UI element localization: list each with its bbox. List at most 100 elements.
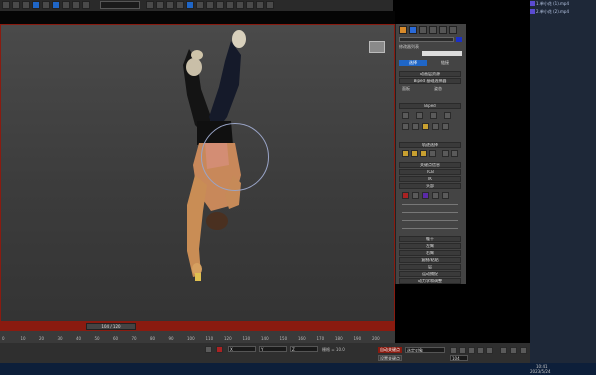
pivot-icon[interactable] [146,1,154,9]
z-coordinate-field[interactable]: Z [290,346,318,352]
create-tab-icon[interactable] [399,26,407,34]
rollout-left-arm[interactable]: 左臂 [399,243,461,249]
material-editor-icon[interactable] [236,1,244,9]
object-color-swatch[interactable] [456,37,462,42]
curve-editor-icon[interactable] [216,1,224,9]
utilities-tab-icon[interactable] [449,26,457,34]
rollout-head[interactable]: 头部 [399,183,461,189]
current-frame-field[interactable]: 104 [450,355,468,361]
coord-dropdown[interactable] [100,1,140,9]
timeline-tick-label: 30 [57,336,63,341]
set-free-key-icon[interactable] [412,192,419,199]
rollout-layers[interactable]: 层 [399,264,461,270]
schematic-icon[interactable] [226,1,234,9]
rotate-icon[interactable] [62,1,70,9]
mode-button-link[interactable]: 链接 [431,60,459,66]
move-icon[interactable] [52,1,60,9]
key-filter-dropdown[interactable]: 选定对象 [405,347,445,353]
time-slider-thumb[interactable]: 104 / 120 [86,323,136,330]
zoom-icon[interactable] [500,347,507,354]
modify-tab-icon[interactable] [409,26,417,34]
move-all-icon[interactable] [442,123,449,130]
body-rotation-icon[interactable] [420,150,427,157]
mixer-mode-icon[interactable] [444,112,451,119]
redo-icon[interactable] [12,1,20,9]
select-object-icon[interactable] [32,1,40,9]
opposite-icon[interactable] [451,150,458,157]
hierarchy-tab-icon[interactable] [419,26,427,34]
percent-snap-icon[interactable] [176,1,184,9]
set-planted-key-icon[interactable] [432,192,439,199]
rollout-ik[interactable]: IK [399,176,461,182]
reference-coord-icon[interactable] [82,1,90,9]
absolute-mode-icon[interactable] [216,346,223,353]
display-tab-icon[interactable] [439,26,447,34]
x-coordinate-field[interactable]: X [228,346,256,352]
object-name-field[interactable] [399,37,454,42]
timeline-tick-label: 90 [168,336,174,341]
footstep-mode-icon[interactable] [416,112,423,119]
undo-icon[interactable] [2,1,10,9]
lock-selection-icon[interactable] [205,346,212,353]
time-slider-bar[interactable] [0,322,395,331]
angle-snap-icon[interactable] [166,1,174,9]
slider-track-3[interactable] [402,220,458,221]
rollout-track-selection[interactable]: 轨迹选择 [399,142,461,148]
auto-key-button[interactable]: 自动关键点 [378,347,402,353]
motion-tab-icon[interactable] [429,26,437,34]
render-setup-icon[interactable] [246,1,254,9]
scale-icon[interactable] [72,1,80,9]
perspective-viewport[interactable] [0,24,395,322]
rollout-key-info[interactable]: 关键点信息 [399,162,461,168]
previous-frame-icon[interactable] [459,347,466,354]
rollout-tcb[interactable]: TCB [399,169,461,175]
slider-track-4[interactable] [402,228,458,229]
file-item[interactable]: 2.单小花 (2).mp4 [530,9,569,15]
set-key-icon[interactable] [402,192,409,199]
align-icon[interactable] [196,1,204,9]
rollout-biped-basic[interactable]: Biped 基础选择器 [399,78,461,84]
mode-button-select[interactable]: 选择 [399,60,427,66]
load-file-icon[interactable] [412,123,419,130]
save-file-icon[interactable] [422,123,429,130]
render-frame-icon[interactable] [256,1,264,9]
character-figure[interactable] [1,25,395,322]
convert-icon[interactable] [432,123,439,130]
go-to-start-icon[interactable] [450,347,457,354]
rollout-anim-layers[interactable]: 动画层资源 [399,71,461,77]
viewcube-icon[interactable] [369,41,385,53]
snap-icon[interactable] [156,1,164,9]
slider-track-1[interactable] [402,204,458,205]
select-icon[interactable] [22,1,30,9]
rollout-torso[interactable]: 躯干 [399,236,461,242]
play-icon[interactable] [468,347,475,354]
delete-key-icon[interactable] [442,192,449,199]
motion-flow-icon[interactable] [430,112,437,119]
layer-icon[interactable] [206,1,214,9]
rotate-gizmo[interactable] [201,123,269,191]
render-icon[interactable] [266,1,274,9]
symmetrical-icon[interactable] [442,150,449,157]
orbit-icon[interactable] [520,347,527,354]
rollout-biped[interactable]: Biped [399,103,461,109]
pan-icon[interactable] [510,347,517,354]
body-vertical-icon[interactable] [411,150,418,157]
select-name-icon[interactable] [42,1,50,9]
mirror-icon[interactable] [186,1,194,9]
rollout-right-arm[interactable]: 右臂 [399,250,461,256]
rollout-motion-capture[interactable]: 运动捕捉 [399,271,461,277]
file-item[interactable]: 1.单小花 (1).mp4 [530,1,569,7]
set-key-button[interactable]: 设置关键点 [378,355,402,361]
modifier-list-dropdown[interactable] [422,51,462,56]
y-coordinate-field[interactable]: Y [259,346,287,352]
body-horizontal-icon[interactable] [402,150,409,157]
rollout-dynamics[interactable]: 动力学和调整 [399,278,461,284]
go-to-end-icon[interactable] [486,347,493,354]
slider-track-2[interactable] [402,212,458,213]
set-sliding-key-icon[interactable] [422,192,429,199]
next-frame-icon[interactable] [477,347,484,354]
lock-cog-icon[interactable] [429,150,436,157]
figure-mode-icon[interactable] [402,112,409,119]
rollout-copy-paste[interactable]: 复制/粘贴 [399,257,461,263]
biped-playback-icon[interactable] [402,123,409,130]
